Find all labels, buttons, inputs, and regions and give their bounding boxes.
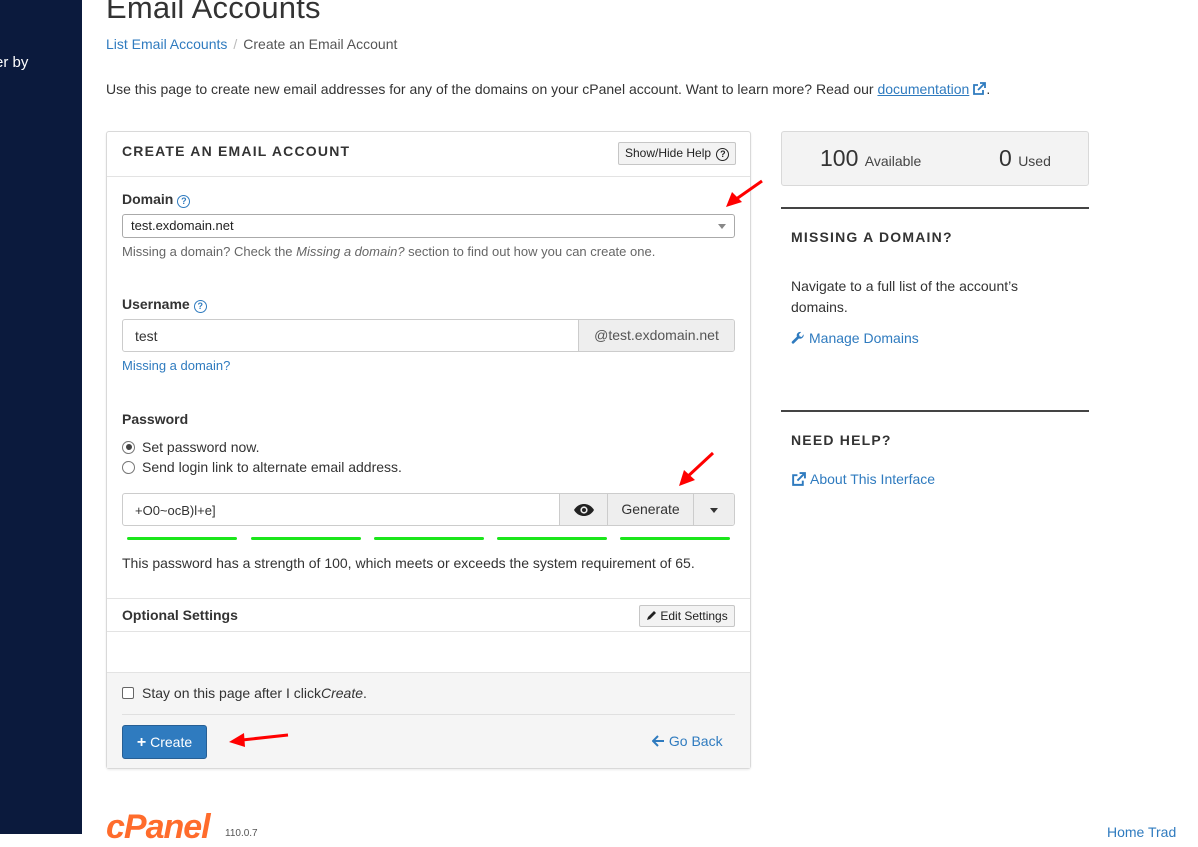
chevron-down-icon [718,224,726,229]
strength-meter-segment [374,537,484,540]
used-label: Used [1018,153,1051,169]
help-icon: ? [716,148,730,161]
username-domain-suffix: @test.exdomain.net [578,320,734,351]
show-hide-help-button[interactable]: Show/Hide Help ? [618,142,737,165]
username-input-group: test @test.exdomain.net [122,319,735,352]
edit-settings-label: Edit Settings [660,609,728,623]
missing-domain-text: Navigate to a full list of the account’s… [791,278,1018,315]
intro-end: . [986,81,991,97]
annotation-arrow-create [229,733,289,747]
intro-text-body: Use this page to create new email addres… [106,81,874,97]
go-back-label: Go Back [668,733,723,749]
used-count: 0 Used [999,145,1051,172]
page-title: Email Accounts [106,0,321,25]
stay-em: Create [320,685,364,701]
documentation-link[interactable]: documentation [877,81,969,97]
panel-footer: Stay on this page after I click Create. … [107,672,750,768]
optional-settings-title: Optional Settings [122,607,238,623]
username-help-icon[interactable]: ? [193,300,207,313]
footer-links[interactable]: Home Trad [1107,824,1176,840]
domain-help-icon[interactable]: ? [177,195,191,208]
annotation-arrow-generate [679,451,715,486]
external-link-icon [972,82,987,99]
sidebar: er by [0,0,82,834]
manage-domains-link[interactable]: Manage Domains [791,330,919,346]
domain-select[interactable]: test.exdomain.net [122,214,735,238]
password-input[interactable]: +O0~ocB)l+e] [135,503,216,518]
domain-select-value: test.exdomain.net [131,218,234,233]
password-strength-text: This password has a strength of 100, whi… [122,555,695,571]
stay-post: . [363,685,367,701]
optional-settings-bar: Optional Settings Edit Settings [107,598,750,632]
external-link-icon [792,471,806,486]
strength-meter-segment [127,537,237,540]
caret-down-icon [710,508,718,513]
strength-meter-segment [620,537,730,540]
about-interface-link[interactable]: About This Interface [791,471,935,487]
domain-help-text: Missing a domain? Check the Missing a do… [122,244,655,259]
domain-label: Domain? [122,191,191,208]
intro-text: Use this page to create new email addres… [106,81,990,99]
username-label-text: Username [122,296,190,312]
wrench-icon [791,331,804,344]
show-password-button[interactable] [559,494,607,525]
go-back-link[interactable]: Go Back [651,733,723,749]
available-count: 100 Available [820,145,921,172]
annotation-arrow-domain [726,179,763,207]
radio-send-login-link[interactable]: Send login link to alternate email addre… [122,459,402,475]
section-divider [781,207,1089,209]
show-hide-help-label: Show/Hide Help [625,146,712,160]
manage-domains-label: Manage Domains [809,330,919,346]
domain-help-pre: Missing a domain? Check the [122,244,297,259]
panel-header: CREATE AN EMAIL ACCOUNT Show/Hide Help ? [107,132,750,177]
username-label: Username? [122,296,207,313]
stay-on-page-option[interactable]: Stay on this page after I click Create. [122,685,367,701]
create-button[interactable]: + Create [122,725,207,759]
footer-divider [122,714,735,715]
account-usage-stats: 100 Available 0 Used [781,131,1089,186]
breadcrumb-list-email-accounts[interactable]: List Email Accounts [106,36,227,52]
domain-help-post: section to find out how you can create o… [404,244,656,259]
password-input-group: +O0~ocB)l+e] Generate [122,493,735,526]
strength-meter-segment [251,537,361,540]
generate-password-button[interactable]: Generate [607,494,693,525]
create-button-label: Create [150,734,193,750]
stay-pre: Stay on this page after I click [142,685,321,701]
plus-icon: + [136,734,147,751]
breadcrumb-current: Create an Email Account [243,36,398,52]
arrow-left-icon [651,735,664,747]
password-label: Password [122,411,189,427]
need-help-heading: NEED HELP? [791,432,892,448]
panel-title: CREATE AN EMAIL ACCOUNT [122,143,351,159]
eye-icon [574,504,594,516]
sidebar-partial-text: er by [0,54,29,71]
pencil-icon [647,611,656,620]
main-content: Email Accounts List Email Accounts / Creat… [82,0,1198,846]
domain-help-em: Missing a domain? [296,244,405,259]
strength-meter-segment [497,537,607,540]
cpanel-logo: cPanel [106,808,211,846]
missing-domain-link[interactable]: Missing a domain? [122,358,230,373]
radio-send-link-label: Send login link to alternate email addre… [142,459,402,475]
radio-set-password-label: Set password now. [142,439,260,455]
edit-settings-button[interactable]: Edit Settings [639,605,735,627]
stay-on-page-checkbox[interactable] [122,687,134,699]
section-divider [781,410,1089,412]
create-email-panel: CREATE AN EMAIL ACCOUNT Show/Hide Help ?… [106,131,751,769]
used-number: 0 [999,145,1012,171]
missing-domain-heading: MISSING A DOMAIN? [791,229,953,245]
available-label: Available [864,153,922,169]
radio-set-password-now[interactable]: Set password now. [122,439,260,455]
available-number: 100 [820,145,859,171]
breadcrumb-separator: / [233,36,238,52]
domain-label-text: Domain [122,191,174,207]
radio-button-selected[interactable] [122,440,135,454]
radio-button[interactable] [122,460,135,474]
generate-options-dropdown[interactable] [693,494,734,525]
username-input[interactable]: test [135,328,158,344]
about-interface-label: About This Interface [810,471,936,487]
breadcrumb: List Email Accounts / Create an Email Acco… [106,36,397,52]
